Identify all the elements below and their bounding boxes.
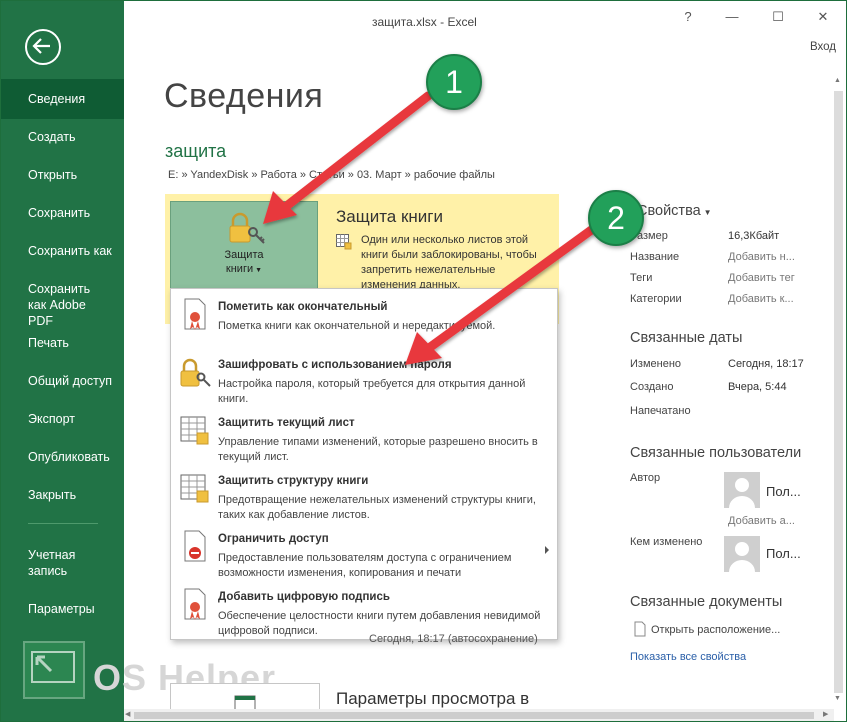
callout-1: 1	[426, 54, 482, 110]
arrow-1	[263, 91, 433, 224]
callout-2: 2	[588, 190, 644, 246]
annotation-arrows	[263, 91, 606, 365]
arrow-2	[405, 218, 606, 365]
excel-window: Сведения Создать Открыть Сохранить Сохра…	[0, 0, 847, 722]
